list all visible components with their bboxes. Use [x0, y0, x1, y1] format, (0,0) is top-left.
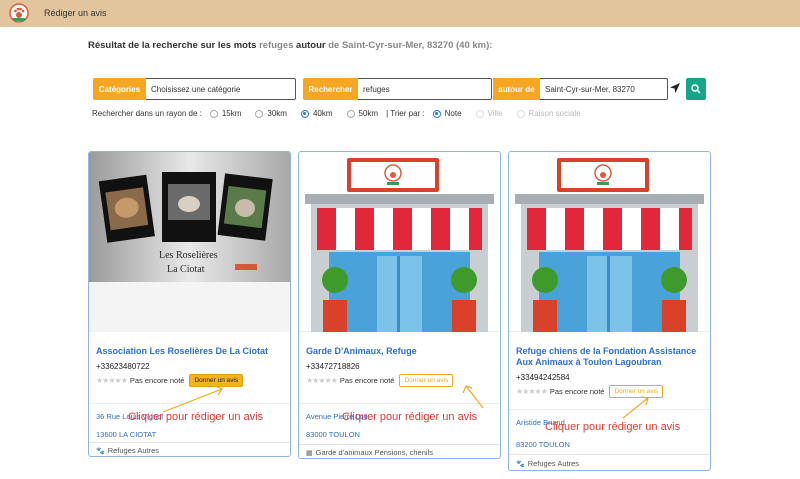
annotation-text-2: Cliquer pour rédiger un avis [342, 411, 478, 423]
annotation-arrows [162, 385, 649, 419]
annotation-text-3: Cliquer pour rédiger un avis [545, 421, 681, 433]
annotation-text-1: Cliquer pour rédiger un avis [128, 411, 264, 423]
